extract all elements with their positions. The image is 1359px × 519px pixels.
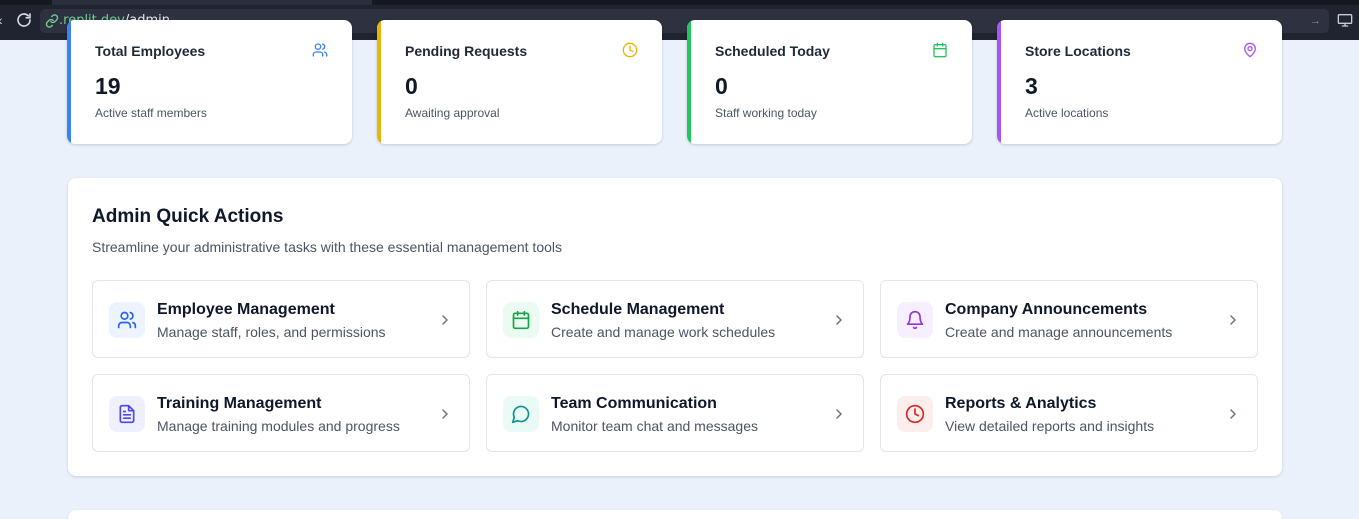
action-description: Manage training modules and progress [157, 418, 400, 434]
stat-title: Store Locations [1025, 43, 1131, 59]
action-title: Training Management [157, 395, 322, 412]
go-arrow-icon[interactable]: → [1310, 15, 1321, 27]
action-title: Company Announcements [945, 301, 1148, 318]
reports-analytics-card[interactable]: Reports & Analytics View detailed report… [880, 374, 1258, 452]
stat-title: Total Employees [95, 43, 206, 59]
document-icon [119, 404, 135, 424]
stat-value: 0 [715, 73, 728, 99]
chevron-right-icon [1230, 315, 1236, 325]
stat-accent [67, 20, 71, 144]
team-communication-card[interactable]: Team Communication Monitor team chat and… [486, 374, 864, 452]
action-icon-container [897, 302, 933, 338]
chevron-right-icon [442, 315, 448, 325]
users-icon [312, 43, 328, 57]
stat-value: 0 [405, 73, 418, 99]
reload-icon[interactable] [15, 11, 33, 29]
action-icon-container [897, 396, 933, 432]
action-title: Reports & Analytics [945, 395, 1097, 412]
action-description: Create and manage announcements [945, 324, 1173, 340]
bell-icon [906, 310, 924, 330]
panel-title: Admin Quick Actions [92, 206, 284, 227]
company-announcements-card[interactable]: Company Announcements Create and manage … [880, 280, 1258, 358]
stat-value: 3 [1025, 73, 1038, 99]
message-icon [511, 405, 530, 424]
active-tab[interactable] [52, 0, 372, 5]
action-description: Monitor team chat and messages [551, 418, 758, 434]
action-icon-container [503, 396, 539, 432]
admin-quick-actions-panel: Admin Quick Actions Streamline your admi… [68, 178, 1282, 476]
chevron-right-icon [836, 409, 842, 419]
stat-card-scheduled-today: Scheduled Today 0 Staff working today [687, 20, 972, 144]
users-icon [117, 311, 137, 329]
action-title: Employee Management [157, 301, 335, 318]
stat-title: Scheduled Today [715, 43, 830, 59]
map-pin-icon [1244, 42, 1256, 58]
stat-accent [377, 20, 381, 144]
stat-accent [687, 20, 691, 144]
stat-description: Active locations [1025, 106, 1109, 120]
action-title: Schedule Management [551, 301, 725, 318]
stat-card-store-locations: Store Locations 3 Active locations [997, 20, 1282, 144]
stat-title: Pending Requests [405, 43, 528, 59]
clock-icon [905, 404, 925, 424]
calendar-icon [512, 310, 530, 330]
forward-arrow-icon[interactable]: ‹ [0, 12, 3, 28]
stat-card-total-employees: Total Employees 19 Active staff members [67, 20, 352, 144]
action-icon-container [109, 302, 145, 338]
display-icon[interactable] [1337, 13, 1353, 27]
schedule-management-card[interactable]: Schedule Management Create and manage wo… [486, 280, 864, 358]
action-description: Create and manage work schedules [551, 324, 776, 340]
stat-value: 19 [95, 73, 121, 99]
action-title: Team Communication [551, 395, 717, 412]
panel-subtitle: Streamline your administrative tasks wit… [92, 239, 562, 255]
action-description: View detailed reports and insights [945, 418, 1155, 434]
employee-management-card[interactable]: Employee Management Manage staff, roles,… [92, 280, 470, 358]
action-icon-container [503, 302, 539, 338]
training-management-card[interactable]: Training Management Manage training modu… [92, 374, 470, 452]
chevron-right-icon [442, 409, 448, 419]
calendar-icon [933, 42, 947, 58]
action-icon-container [109, 396, 145, 432]
stat-description: Active staff members [95, 106, 207, 120]
chevron-right-icon [1230, 409, 1236, 419]
stat-description: Staff working today [715, 106, 817, 120]
stat-description: Awaiting approval [405, 106, 500, 120]
chevron-right-icon [836, 315, 842, 325]
clock-icon [622, 42, 638, 58]
stat-card-pending-requests: Pending Requests 0 Awaiting approval [377, 20, 662, 144]
link-icon [45, 14, 59, 28]
stat-accent [997, 20, 1001, 144]
next-section-card [68, 510, 1282, 519]
action-description: Manage staff, roles, and permissions [157, 324, 386, 340]
